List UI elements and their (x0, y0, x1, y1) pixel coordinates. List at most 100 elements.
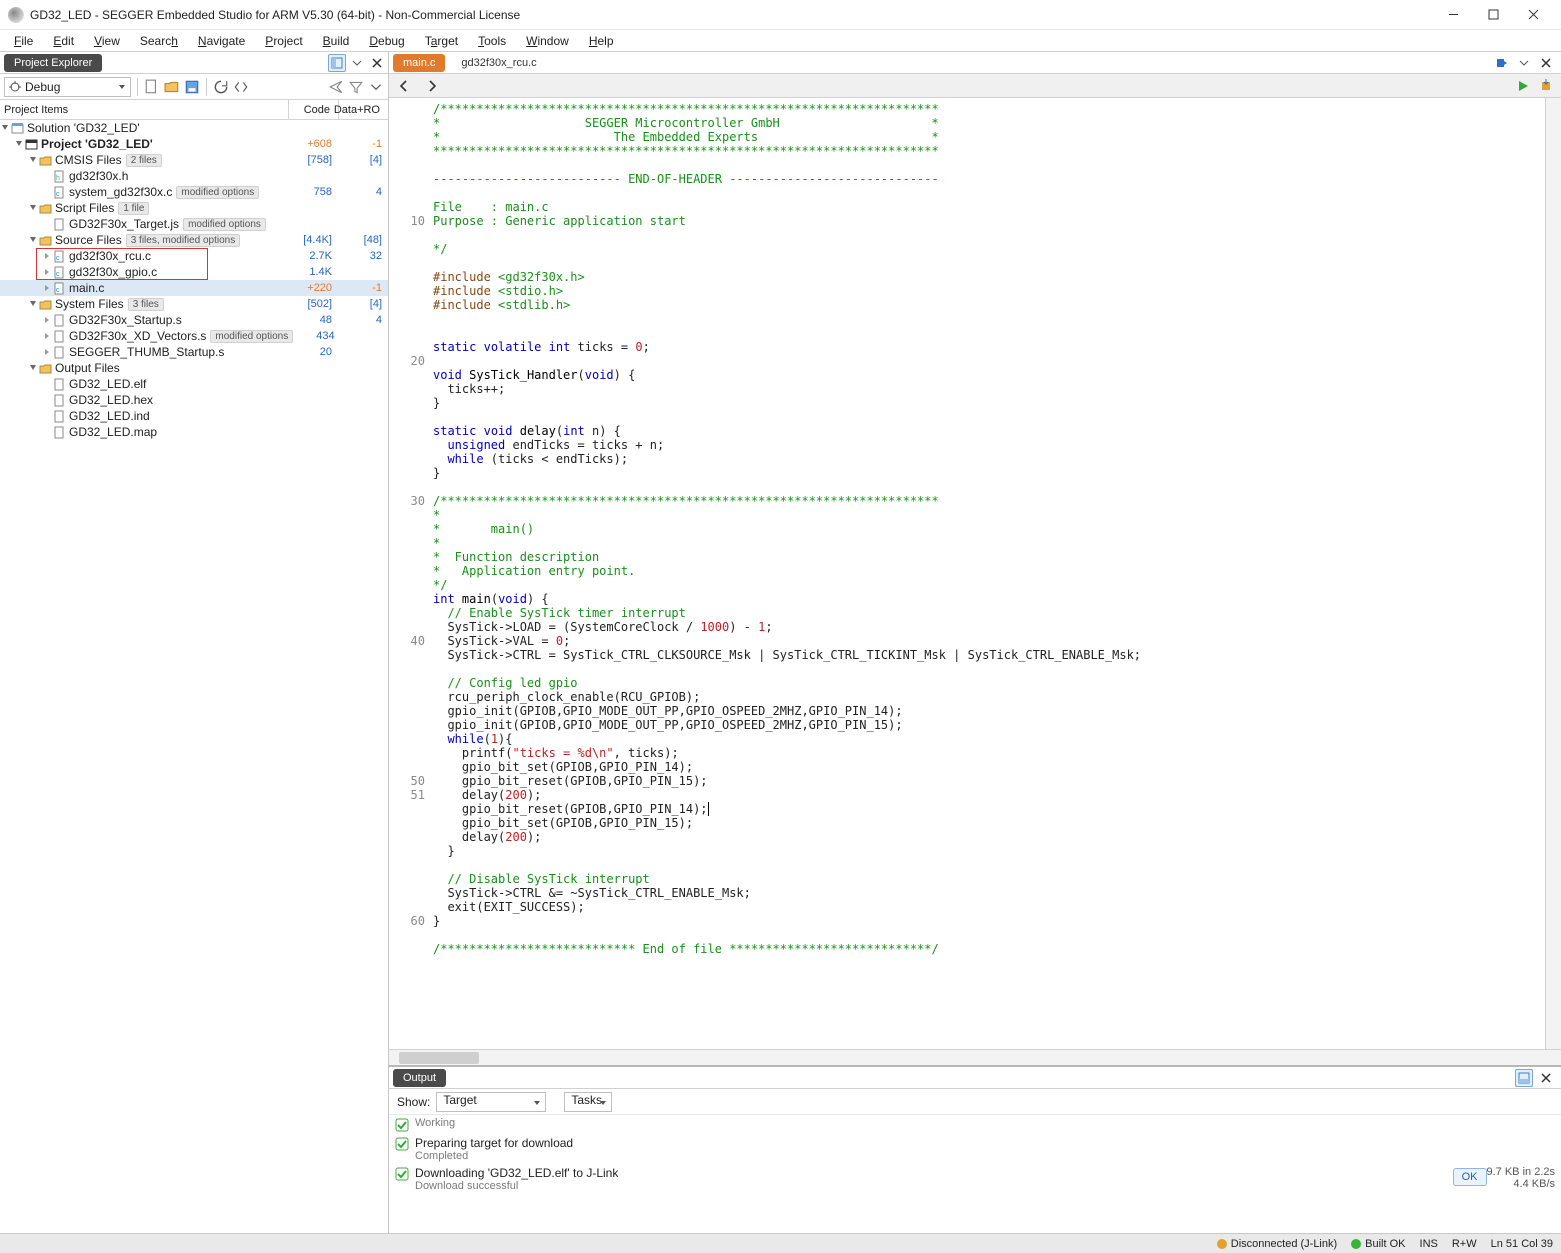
file-hex[interactable]: GD32_LED.hex (0, 392, 388, 408)
svg-text:c: c (56, 271, 60, 278)
attach-icon[interactable] (1493, 54, 1511, 72)
menu-tools[interactable]: Tools (468, 32, 516, 50)
output-item: Working (395, 1117, 1555, 1132)
file-gd32f30x-h[interactable]: hgd32f30x.h (0, 168, 388, 184)
menu-view[interactable]: View (84, 32, 130, 50)
file-vectors-s[interactable]: GD32F30x_XD_Vectors.smodified options434 (0, 328, 388, 344)
window-title: GD32_LED - SEGGER Embedded Studio for AR… (30, 8, 1433, 22)
col-dataro[interactable]: Data+RO (338, 100, 388, 119)
file-startup-s[interactable]: GD32F30x_Startup.s484 (0, 312, 388, 328)
folder-icon (38, 297, 52, 311)
chevron-down-icon[interactable] (368, 79, 384, 95)
out-file-icon (52, 377, 66, 391)
file-gd32f30x-gpio-c[interactable]: cgd32f30x_gpio.c1.4K (0, 264, 388, 280)
file-ind[interactable]: GD32_LED.ind (0, 408, 388, 424)
project-explorer-tab[interactable]: Project Explorer (4, 54, 102, 72)
menu-target[interactable]: Target (415, 32, 468, 50)
menu-project[interactable]: Project (255, 32, 312, 50)
solution-row[interactable]: Solution 'GD32_LED' (0, 120, 388, 136)
menu-search[interactable]: Search (130, 32, 188, 50)
explorer-toolbar: Debug (0, 74, 388, 100)
folder-icon (38, 233, 52, 247)
col-code[interactable]: Code (288, 100, 338, 119)
status-bar: Disconnected (J-Link) Built OK INS R+W L… (0, 1233, 1561, 1253)
close-button[interactable] (1513, 1, 1553, 29)
col-project-items[interactable]: Project Items (0, 104, 288, 116)
file-system-gd32f30x-c[interactable]: csystem_gd32f30x.cmodified options7584 (0, 184, 388, 200)
menu-navigate[interactable]: Navigate (188, 32, 255, 50)
menu-file[interactable]: File (4, 32, 43, 50)
folder-output[interactable]: Output Files (0, 360, 388, 376)
out-file-icon (52, 393, 66, 407)
menu-debug[interactable]: Debug (359, 32, 414, 50)
show-dropdown[interactable]: Target (436, 1092, 546, 1112)
minimize-button[interactable] (1433, 1, 1473, 29)
folder-icon (38, 361, 52, 375)
c-file-icon: c (52, 265, 66, 279)
save-icon[interactable] (184, 79, 200, 95)
editor-vertical-scrollbar[interactable] (1545, 98, 1561, 1049)
file-elf[interactable]: GD32_LED.elf (0, 376, 388, 392)
panel-close-icon[interactable] (1537, 1069, 1555, 1087)
folder-cmsis[interactable]: CMSIS Files2 files[758][4] (0, 152, 388, 168)
bug-icon (9, 81, 21, 93)
folder-icon (38, 153, 52, 167)
nav-forward-icon[interactable] (425, 79, 439, 93)
maximize-button[interactable] (1473, 1, 1513, 29)
status-ins: INS (1420, 1238, 1438, 1250)
js-file-icon (52, 217, 66, 231)
h-file-icon: h (52, 169, 66, 183)
project-tree[interactable]: Solution 'GD32_LED' Project 'GD32_LED'+6… (0, 120, 388, 1233)
file-map[interactable]: GD32_LED.map (0, 424, 388, 440)
build-download-icon[interactable] (1539, 79, 1553, 93)
folder-script[interactable]: Script Files1 file (0, 200, 388, 216)
c-file-icon: c (52, 249, 66, 263)
s-file-icon (52, 345, 66, 359)
nav-back-icon[interactable] (397, 79, 411, 93)
output-body[interactable]: Working Preparing target for downloadCom… (389, 1115, 1561, 1233)
menu-build[interactable]: Build (313, 32, 360, 50)
menu-edit[interactable]: Edit (43, 32, 84, 50)
app-icon (8, 7, 24, 23)
run-icon[interactable] (1517, 80, 1529, 92)
tab-main-c[interactable]: main.c (393, 54, 445, 72)
output-tab[interactable]: Output (393, 1069, 446, 1087)
output-layout-icon[interactable] (1515, 1069, 1533, 1087)
file-thumb-startup-s[interactable]: SEGGER_THUMB_Startup.s20 (0, 344, 388, 360)
svg-text:h: h (56, 175, 60, 182)
panel-dropdown-icon[interactable] (1515, 54, 1533, 72)
filter-icon[interactable] (348, 79, 364, 95)
tasks-dropdown[interactable]: Tasks (564, 1092, 612, 1112)
code-editor[interactable]: 10 20 30 40 50 51 60 /******************… (389, 98, 1561, 1049)
folder-system[interactable]: System Files3 files[502][4] (0, 296, 388, 312)
s-file-icon (52, 313, 66, 327)
download-rate: 9.7 KB in 2.2s4.4 KB/s (1487, 1166, 1556, 1190)
panel-close-icon[interactable] (1537, 54, 1555, 72)
open-folder-icon[interactable] (164, 79, 180, 95)
editor-tab-bar: main.c gd32f30x_rcu.c (389, 52, 1561, 74)
new-file-icon[interactable] (144, 79, 160, 95)
ok-button[interactable]: OK (1453, 1168, 1487, 1186)
code-icon[interactable] (233, 79, 249, 95)
show-label: Show: (397, 1095, 430, 1109)
panel-close-icon[interactable] (368, 54, 386, 72)
panel-layout-icon[interactable] (328, 54, 346, 72)
panel-dropdown-icon[interactable] (348, 54, 366, 72)
file-main-c[interactable]: cmain.c+220-1 (0, 280, 388, 296)
project-row[interactable]: Project 'GD32_LED'+608-1 (0, 136, 388, 152)
send-icon[interactable] (328, 79, 344, 95)
file-target-js[interactable]: GD32F30x_Target.jsmodified options (0, 216, 388, 232)
code-area[interactable]: /***************************************… (431, 98, 1545, 1049)
status-rw: R+W (1452, 1238, 1477, 1250)
column-header: Project Items Code Data+RO (0, 100, 388, 120)
menu-window[interactable]: Window (516, 32, 579, 50)
config-dropdown[interactable]: Debug (4, 77, 131, 97)
tab-gd32f30x-rcu-c[interactable]: gd32f30x_rcu.c (451, 54, 546, 72)
refresh-icon[interactable] (213, 79, 229, 95)
folder-source[interactable]: Source Files3 files, modified options[4.… (0, 232, 388, 248)
status-cursor-pos: Ln 51 Col 39 (1491, 1238, 1553, 1250)
menu-help[interactable]: Help (579, 32, 624, 50)
editor-horizontal-scrollbar[interactable] (389, 1049, 1561, 1065)
title-bar: GD32_LED - SEGGER Embedded Studio for AR… (0, 0, 1561, 30)
file-gd32f30x-rcu-c[interactable]: cgd32f30x_rcu.c2.7K32 (0, 248, 388, 264)
